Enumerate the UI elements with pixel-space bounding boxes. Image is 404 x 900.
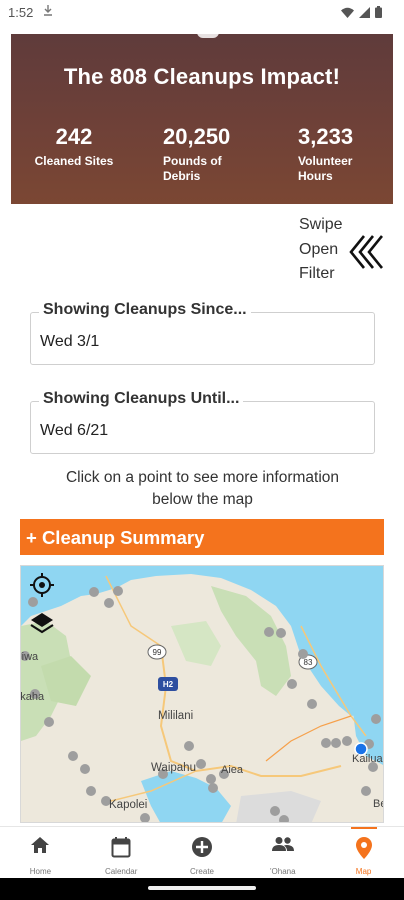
stat-value: 3,233 — [298, 124, 354, 149]
hint-line: below the map — [152, 491, 253, 508]
map-label-kailua: Kailua — [352, 753, 383, 765]
cleanup-point — [331, 738, 341, 748]
stat-label: Cleaned Sites — [34, 154, 114, 168]
stat-volunteer-hours: 3,233 Volunteer Hours — [298, 124, 353, 184]
impact-title: The 808 Cleanups Impact! — [63, 64, 341, 89]
cleanup-summary-label: + Cleanup Summary — [26, 527, 205, 548]
people-icon — [271, 836, 295, 857]
stat-pounds-of-debris: 20,250 Pounds of Debris — [163, 124, 230, 184]
cleanup-point — [184, 741, 194, 751]
cleanup-point — [86, 786, 96, 796]
map-label-waipahu: Waipahu — [151, 762, 196, 774]
stat-label-line: Debris — [163, 169, 201, 183]
cleanup-summary-toggle[interactable]: + Cleanup Summary — [20, 519, 384, 555]
cleanup-point — [68, 751, 78, 761]
home-icon — [30, 836, 50, 859]
active-tab-indicator — [351, 827, 378, 829]
banner-notch — [197, 32, 219, 38]
cleanup-point — [196, 759, 206, 769]
cleanup-point — [307, 699, 317, 709]
nav-label: Create — [189, 867, 214, 876]
cleanup-map[interactable]: 99 H2 83 Mililani Waipahu Aiea Kapolei K… — [20, 565, 384, 823]
cleanup-point — [287, 679, 297, 689]
cell-signal-icon — [359, 6, 370, 18]
swipe-line: Swipe — [299, 216, 343, 233]
crosshair-icon — [29, 572, 55, 603]
cleanup-point — [298, 649, 308, 659]
map-label-kapolei: Kapolei — [109, 799, 147, 811]
status-bar: 1:52 — [0, 0, 404, 26]
nav-item-create[interactable]: Create — [162, 827, 243, 879]
stat-label-line: Pounds of — [163, 154, 222, 168]
battery-icon — [375, 6, 382, 18]
nav-item-map[interactable]: Map — [323, 827, 404, 879]
nav-label: Map — [355, 867, 372, 876]
impact-banner: The 808 Cleanups Impact! 242 Cleaned Sit… — [11, 32, 393, 204]
swipe-line: Filter — [299, 265, 335, 282]
cleanup-point — [113, 586, 123, 596]
double-chevron-left-icon[interactable] — [349, 235, 385, 274]
calendar-icon — [111, 836, 131, 863]
hwy-99-label: 99 — [153, 648, 162, 657]
cleanup-point — [361, 786, 371, 796]
cleanup-point — [342, 736, 352, 746]
cleanup-point — [89, 587, 99, 597]
swipe-open-filter[interactable]: Swipe Open Filter — [299, 213, 399, 289]
until-label: Showing Cleanups Until... — [39, 390, 244, 408]
cleanup-point — [276, 628, 286, 638]
hint-line: Click on a point to see more information — [65, 469, 340, 486]
nav-item-ohana[interactable]: 'Ohana — [242, 827, 323, 879]
until-value[interactable]: Wed 6/21 — [40, 422, 108, 440]
cleanup-point — [80, 764, 90, 774]
layers-icon — [29, 610, 55, 641]
map-label-aiea: Aiea — [221, 764, 244, 776]
cleanup-point — [140, 813, 150, 822]
status-time: 1:52 — [8, 5, 34, 20]
cleanup-point — [264, 627, 274, 637]
swipe-label: Swipe Open Filter — [299, 213, 349, 287]
nav-label: Home — [29, 867, 52, 876]
map-label-mililani: Mililani — [158, 710, 193, 722]
map-hint-text: Click on a point to see more information… — [30, 467, 375, 511]
since-value[interactable]: Wed 3/1 — [40, 333, 99, 351]
stat-value: 242 — [55, 124, 93, 149]
until-date-field[interactable]: Showing Cleanups Until... Wed 6/21 — [30, 390, 375, 454]
hwy-h2-label: H2 — [163, 680, 174, 689]
map-label-makaha: Makaha — [21, 691, 45, 703]
since-label: Showing Cleanups Since... — [39, 301, 251, 319]
since-date-field[interactable]: Showing Cleanups Since... Wed 3/1 — [30, 301, 375, 365]
highway-shield-h2: H2 — [158, 677, 178, 691]
nav-item-home[interactable]: Home — [0, 827, 81, 879]
locate-me-button[interactable] — [27, 572, 57, 602]
bottom-navigation: Home Calendar Create 'Ohana Map — [0, 826, 404, 878]
cleanup-point — [44, 717, 54, 727]
nav-item-calendar[interactable]: Calendar — [81, 827, 162, 879]
download-arrow-icon — [44, 5, 52, 19]
cleanup-point — [104, 598, 114, 608]
cleanup-point — [270, 806, 280, 816]
wifi-icon — [341, 7, 354, 18]
map-label-be: Be — [373, 798, 384, 810]
cleanup-point — [371, 714, 381, 724]
nav-label: Calendar — [104, 867, 138, 876]
highway-shield-99: 99 — [147, 644, 167, 660]
cleanup-point — [206, 774, 216, 784]
cleanup-point — [321, 738, 331, 748]
stat-cleaned-sites: 242 Cleaned Sites — [31, 124, 117, 169]
system-gesture-bar — [0, 878, 404, 900]
stat-label-line: Volunteer — [298, 154, 353, 168]
cleanup-point — [208, 783, 218, 793]
stat-label-line: Hours — [298, 169, 333, 183]
map-pin-icon — [355, 836, 373, 865]
stat-value: 20,250 — [163, 124, 231, 149]
plus-circle-icon — [191, 836, 213, 863]
swipe-line: Open — [299, 240, 339, 258]
map-canvas[interactable]: 99 H2 83 Mililani Waipahu Aiea Kapolei K… — [21, 566, 384, 823]
map-label-haleiwa: Haleiwa — [21, 651, 39, 663]
map-layers-button[interactable] — [27, 610, 57, 640]
nav-label: 'Ohana — [270, 867, 296, 876]
home-gesture-pill[interactable] — [148, 886, 256, 890]
hwy-83-label: 83 — [304, 658, 313, 667]
